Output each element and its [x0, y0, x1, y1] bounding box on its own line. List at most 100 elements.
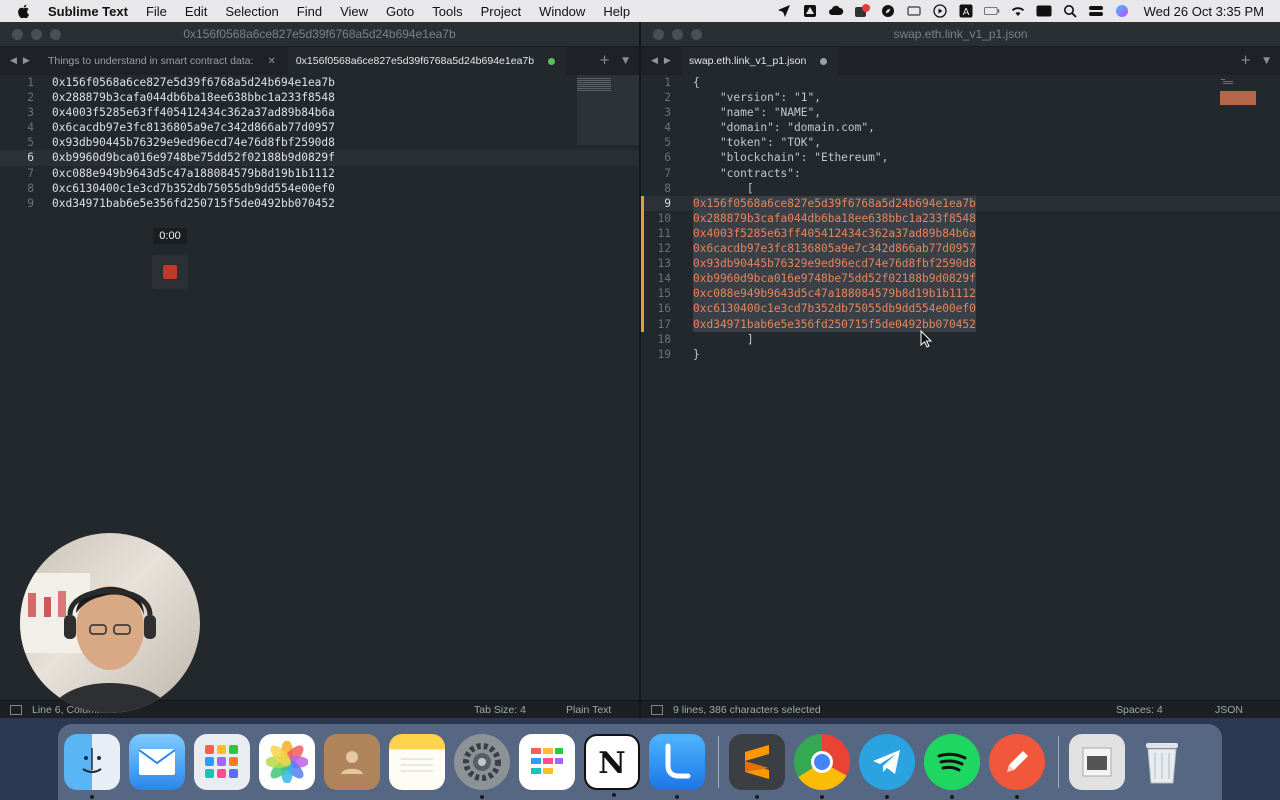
- tab-forward-icon[interactable]: ▶: [23, 56, 30, 66]
- code-line[interactable]: 9 0xd34971bab6e5e356fd250715f5de0492bb070…: [0, 196, 639, 211]
- menu-help[interactable]: Help: [603, 4, 630, 19]
- menu-tools[interactable]: Tools: [432, 4, 462, 19]
- play-circle-icon[interactable]: [932, 3, 948, 19]
- menu-file[interactable]: File: [146, 4, 167, 19]
- stop-recording-button[interactable]: [152, 255, 188, 289]
- new-tab-plus-icon[interactable]: +: [599, 53, 610, 69]
- code-line[interactable]: 12 0x6cacdb97e3fc8136805a9e7c342d866ab77d…: [641, 241, 1280, 257]
- code-line[interactable]: 1 0x156f0568a6ce827e5d39f6768a5d24b694e1e…: [0, 75, 639, 90]
- downloads-stack-icon[interactable]: [1069, 734, 1125, 790]
- cloud-icon[interactable]: [828, 3, 844, 19]
- tab-back-icon[interactable]: ◀: [651, 56, 658, 66]
- control-center-icon[interactable]: [1088, 3, 1104, 19]
- tab-address-list[interactable]: 0x156f0568a6ce827e5d39f6768a5d24b694e1ea…: [287, 47, 568, 75]
- apple-menu-icon[interactable]: [16, 3, 32, 19]
- code-line[interactable]: 16 0xc6130400c1e3cd7b352db75055db9dd554e0…: [641, 301, 1280, 317]
- menu-project[interactable]: Project: [481, 4, 521, 19]
- drive-icon[interactable]: [802, 3, 818, 19]
- menu-app-name[interactable]: Sublime Text: [48, 4, 128, 19]
- code-line[interactable]: 4 "domain": "domain.com",: [641, 120, 1280, 135]
- code-line[interactable]: 7 "contracts":: [641, 166, 1280, 181]
- notion-icon[interactable]: N: [584, 734, 640, 797]
- launchpad-icon[interactable]: [194, 734, 250, 790]
- spotify-icon[interactable]: [924, 734, 980, 799]
- battery-icon[interactable]: [983, 3, 1000, 19]
- tab-close-icon[interactable]: ✕: [267, 56, 275, 67]
- webcam-bubble[interactable]: [20, 533, 200, 713]
- tab-back-icon[interactable]: ◀: [10, 56, 17, 66]
- code-line[interactable]: 1{: [641, 75, 1280, 90]
- siri-icon[interactable]: [1114, 3, 1130, 19]
- right-status-bar: 9 lines, 386 characters selected Spaces:…: [641, 700, 1280, 718]
- menubar-clock[interactable]: Wed 26 Oct 3:35 PM: [1144, 4, 1264, 19]
- code-line[interactable]: 2 "version": "1",: [641, 90, 1280, 105]
- panel-toggle-icon[interactable]: [651, 704, 663, 715]
- photos-icon[interactable]: [259, 734, 315, 790]
- menu-selection[interactable]: Selection: [225, 4, 278, 19]
- wifi-icon[interactable]: [1010, 3, 1026, 19]
- tab-smart-contract-notes[interactable]: Things to understand in smart contract d…: [40, 47, 288, 75]
- code-line[interactable]: 19}: [641, 347, 1280, 362]
- right-tab-tools: + ▼: [1240, 53, 1270, 69]
- line-text: "name": "NAME",: [693, 106, 821, 120]
- new-tab-plus-icon[interactable]: +: [1240, 53, 1251, 69]
- pencil-icon[interactable]: [989, 734, 1045, 799]
- mail-icon[interactable]: [129, 734, 185, 790]
- tab-size-indicator[interactable]: Tab Size: 4: [474, 704, 526, 716]
- contacts-icon[interactable]: [324, 734, 380, 790]
- code-line[interactable]: 17 0xd34971bab6e5e356fd250715f5de0492bb07…: [641, 316, 1280, 332]
- location-arrow-icon[interactable]: [776, 3, 792, 19]
- code-line[interactable]: 15 0xc088e949b9643d5c47a188084579b8d19b1b…: [641, 286, 1280, 302]
- notes-icon[interactable]: [389, 734, 445, 790]
- code-line[interactable]: 11 0x4003f5285e63ff405412434c362a37ad89b8…: [641, 225, 1280, 242]
- compass-icon[interactable]: [880, 3, 896, 19]
- indentation-indicator[interactable]: Spaces: 4: [1116, 704, 1163, 716]
- code-line[interactable]: 13 0x93db90445b76329e9ed96ecd74e76d8fbf25…: [641, 256, 1280, 272]
- tab-forward-icon[interactable]: ▶: [664, 56, 671, 66]
- code-line[interactable]: 2 0x288879b3cafa044db6ba18ee638bbc1a233f8…: [0, 90, 639, 105]
- menu-find[interactable]: Find: [297, 4, 322, 19]
- menu-window[interactable]: Window: [539, 4, 585, 19]
- left-tab-bar: ◀ ▶ Things to understand in smart contra…: [0, 47, 639, 75]
- tab-dropdown-icon[interactable]: ▼: [622, 53, 629, 69]
- screen-icon[interactable]: [906, 3, 922, 19]
- tab-dropdown-icon[interactable]: ▼: [1263, 53, 1270, 69]
- code-line[interactable]: 4 0x6cacdb97e3fc8136805a9e7c342d866ab77d0…: [0, 120, 639, 135]
- code-line[interactable]: 14 0xb9960d9bca016e9748be75dd52f02188b9d0…: [641, 271, 1280, 287]
- code-line[interactable]: 8 0xc6130400c1e3cd7b352db75055db9dd554e00…: [0, 181, 639, 196]
- keyboard-icon[interactable]: [1036, 3, 1052, 19]
- input-source-icon[interactable]: A: [958, 3, 974, 19]
- tab-json-file[interactable]: swap.eth.link_v1_p1.json: [681, 47, 840, 75]
- code-line[interactable]: 8 [: [641, 181, 1280, 196]
- panel-toggle-icon[interactable]: [10, 704, 22, 715]
- unsaved-indicator-icon[interactable]: [548, 57, 556, 65]
- code-line[interactable]: 6 0xb9960d9bca016e9748be75dd52f02188b9d08…: [0, 150, 639, 166]
- unsaved-indicator-icon[interactable]: [820, 57, 828, 65]
- chrome-icon[interactable]: [794, 734, 850, 799]
- system-preferences-icon[interactable]: [454, 734, 510, 799]
- code-line[interactable]: 18 ]: [641, 332, 1280, 347]
- menu-goto[interactable]: Goto: [386, 4, 414, 19]
- code-line[interactable]: 5 0x93db90445b76329e9ed96ecd74e76d8fbf259…: [0, 135, 639, 150]
- finder-icon[interactable]: [64, 734, 120, 799]
- menu-edit[interactable]: Edit: [185, 4, 207, 19]
- telegram-icon[interactable]: [859, 734, 915, 799]
- syntax-indicator[interactable]: JSON: [1215, 704, 1243, 716]
- code-line[interactable]: 9 0x156f0568a6ce827e5d39f6768a5d24b694e1e…: [641, 195, 1280, 211]
- code-line[interactable]: 7 0xc088e949b9643d5c47a188084579b8d19b1b1…: [0, 166, 639, 181]
- menu-view[interactable]: View: [340, 4, 368, 19]
- code-line[interactable]: 3 0x4003f5285e63ff405412434c362a37ad89b84…: [0, 105, 639, 120]
- syntax-indicator[interactable]: Plain Text: [566, 704, 611, 716]
- sublime-text-icon[interactable]: [729, 734, 785, 799]
- spotlight-search-icon[interactable]: [1062, 3, 1078, 19]
- selection-count[interactable]: 9 lines, 386 characters selected: [673, 704, 821, 716]
- calendar-icon[interactable]: [519, 734, 575, 790]
- code-line[interactable]: 10 0x288879b3cafa044db6ba18ee638bbc1a233f…: [641, 210, 1280, 226]
- notification-badge-icon[interactable]: [854, 3, 870, 19]
- right-text-area[interactable]: 1{2 "version": "1", 3 "name": "NAME", 4 "d…: [641, 75, 1280, 700]
- code-line[interactable]: 6 "blockchain": "Ethereum",: [641, 150, 1280, 165]
- code-line[interactable]: 5 "token": "TOK",: [641, 135, 1280, 150]
- code-line[interactable]: 3 "name": "NAME",: [641, 105, 1280, 120]
- loom-icon[interactable]: [649, 734, 705, 799]
- trash-icon[interactable]: [1134, 734, 1190, 790]
